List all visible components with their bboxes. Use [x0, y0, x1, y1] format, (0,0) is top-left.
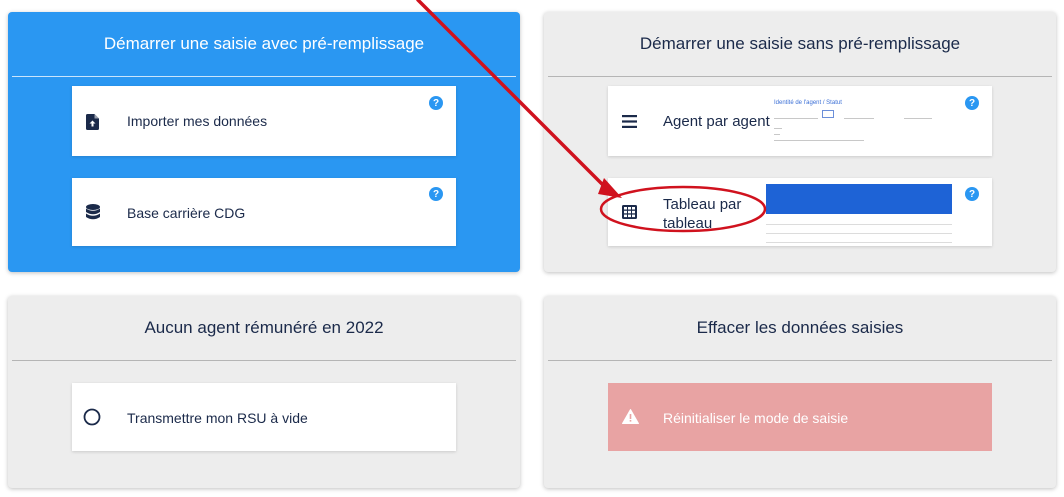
import-data-label: Importer mes données — [127, 113, 268, 129]
table-grid-icon — [621, 204, 637, 220]
help-icon[interactable]: ? — [965, 187, 979, 201]
table-by-table-label: Tableau par tableau — [663, 196, 742, 232]
panel-no-agent-title: Aucun agent rémunéré en 2022 — [144, 318, 384, 337]
table-preview — [766, 184, 952, 243]
reset-input-mode-label: Réinitialiser le mode de saisie — [663, 410, 849, 426]
panel-no-prefill: Démarrer une saisie sans pré-remplissage… — [544, 12, 1056, 272]
agent-by-agent-card[interactable]: Agent par agent Identité de l'agent / St… — [608, 86, 992, 156]
empty-rsu-card[interactable]: Transmettre mon RSU à vide — [72, 383, 456, 451]
reset-input-mode-button[interactable]: Réinitialiser le mode de saisie — [608, 383, 992, 451]
help-icon[interactable]: ? — [429, 96, 443, 110]
panel-no-agent-divider — [12, 360, 516, 361]
panel-erase: Effacer les données saisies Réinitialise… — [544, 296, 1056, 488]
form-preview-title: Identité de l'agent / Statut — [774, 100, 842, 106]
radio-circle-icon[interactable] — [83, 408, 101, 426]
table-preview-header — [766, 184, 952, 214]
empty-rsu-label: Transmettre mon RSU à vide — [127, 410, 308, 426]
panel-no-agent: Aucun agent rémunéré en 2022 Transmettre… — [8, 296, 520, 488]
form-preview-field — [822, 110, 834, 118]
cdg-database-label: Base carrière CDG — [127, 205, 246, 221]
file-upload-icon — [85, 113, 100, 130]
agent-by-agent-label: Agent par agent — [663, 113, 770, 130]
panel-prefill: Démarrer une saisie avec pré-remplissage… — [8, 12, 520, 272]
warning-icon — [621, 408, 639, 424]
database-icon — [85, 204, 101, 220]
import-data-card[interactable]: Importer mes données ? — [72, 86, 456, 156]
panel-erase-title: Effacer les données saisies — [696, 318, 904, 337]
help-icon[interactable]: ? — [965, 96, 979, 110]
agent-form-preview: Identité de l'agent / Statut — [774, 100, 954, 144]
cdg-database-card[interactable]: Base carrière CDG ? — [72, 178, 456, 246]
help-icon[interactable]: ? — [429, 187, 443, 201]
panel-prefill-divider — [12, 76, 516, 77]
menu-lines-icon — [621, 114, 637, 128]
panel-no-prefill-title: Démarrer une saisie sans pré-remplissage — [639, 34, 961, 53]
panel-erase-divider — [548, 360, 1052, 361]
panel-no-prefill-divider — [548, 76, 1052, 77]
panel-prefill-title: Démarrer une saisie avec pré-remplissage — [103, 34, 425, 53]
table-by-table-card[interactable]: Tableau par tableau ? — [608, 178, 992, 246]
